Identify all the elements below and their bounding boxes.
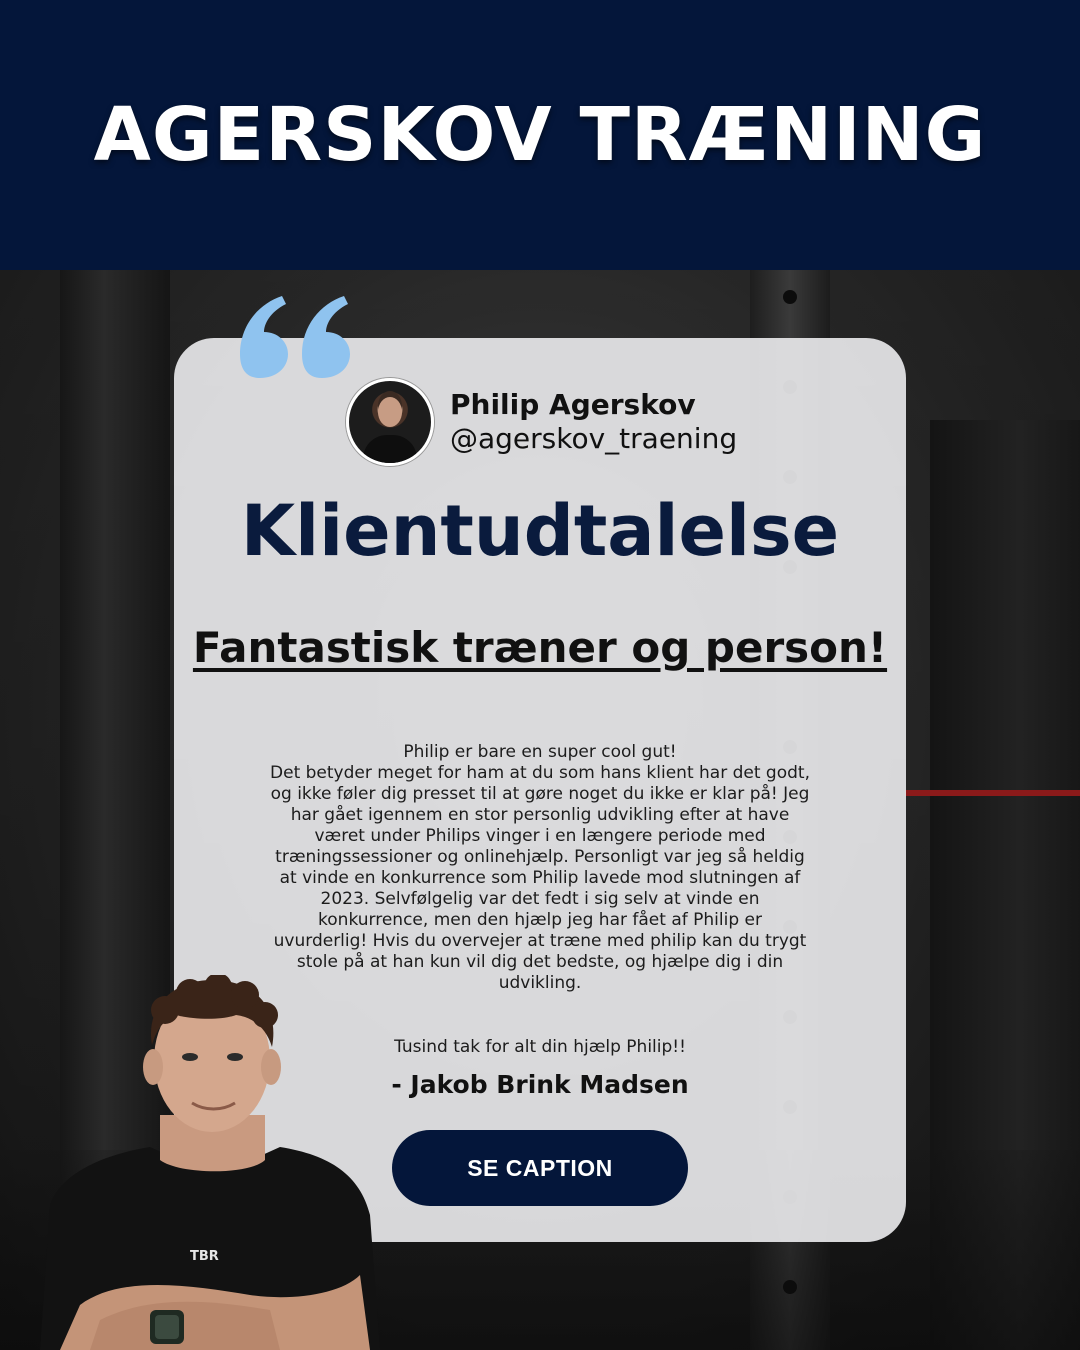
card-title: Klientudtalelse [240, 490, 840, 572]
card-subtitle: Fantastisk træner og person! [192, 623, 888, 672]
see-caption-button[interactable]: SE CAPTION [392, 1130, 688, 1206]
trainer-photo: TBR [40, 975, 380, 1350]
header-banner: AGERSKOV TRÆNING [0, 0, 1080, 270]
avatar [346, 378, 434, 466]
svg-text:TBR: TBR [190, 1249, 219, 1264]
profile-header: Philip Agerskov @agerskov_traening [346, 378, 737, 466]
profile-name: Philip Agerskov [450, 388, 696, 421]
testimonial-body: Philip er bare en super cool gut! Det be… [270, 742, 810, 993]
brand-title: AGERSKOV TRÆNING [93, 92, 987, 178]
quote-icon [240, 296, 350, 378]
profile-handle: @agerskov_traening [450, 422, 738, 455]
